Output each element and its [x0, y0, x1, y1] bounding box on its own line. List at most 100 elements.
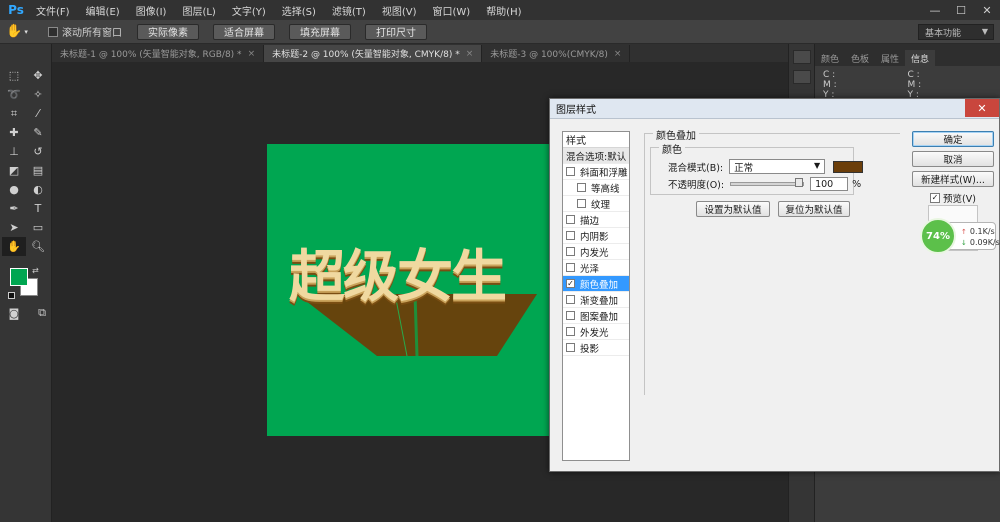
menu-item-type[interactable]: 文字(Y)	[224, 3, 274, 18]
style-checkbox[interactable]	[566, 311, 575, 320]
dodge-tool-icon[interactable]: ◐	[26, 180, 50, 199]
menu-item-help[interactable]: 帮助(H)	[478, 3, 529, 18]
blend-options-item[interactable]: 混合选项:默认	[563, 148, 629, 164]
minimize-button[interactable]: —	[922, 0, 948, 20]
opacity-slider-thumb[interactable]	[795, 178, 804, 187]
fill-screen-button[interactable]: 填充屏幕	[289, 23, 351, 40]
style-item-texture[interactable]: 纹理	[563, 196, 629, 212]
menu-item-file[interactable]: 文件(F)	[28, 3, 78, 18]
reset-default-button[interactable]: 复位为默认值	[778, 201, 850, 217]
style-checkbox[interactable]	[577, 183, 586, 192]
style-checkbox[interactable]	[566, 215, 575, 224]
eyedropper-icon[interactable]: ⁄	[26, 104, 50, 123]
style-checkbox[interactable]	[566, 263, 575, 272]
style-item-drop-shadow[interactable]: 投影	[563, 340, 629, 356]
close-icon[interactable]: ×	[466, 49, 474, 59]
style-checkbox[interactable]	[566, 247, 575, 256]
tab-color[interactable]: 颜色	[815, 50, 845, 66]
dialog-title-bar[interactable]: 图层样式	[550, 99, 999, 119]
crop-tool-icon[interactable]: ⌗	[2, 104, 26, 123]
style-checkbox[interactable]	[566, 327, 575, 336]
foreground-color-swatch[interactable]	[10, 268, 28, 286]
tab-swatches[interactable]: 色板	[845, 50, 875, 66]
style-checkbox[interactable]	[566, 295, 575, 304]
properties-panel-icon[interactable]	[792, 70, 811, 84]
menu-item-image[interactable]: 图像(I)	[128, 3, 175, 18]
healing-brush-icon[interactable]: ✚	[2, 123, 26, 142]
hand-tool-preset-icon[interactable]: ✋ ▾	[0, 20, 34, 44]
blend-mode-select[interactable]: 正常 ▼	[729, 159, 826, 174]
dialog-close-button[interactable]: ✕	[965, 99, 999, 117]
new-style-button[interactable]: 新建样式(W)...	[912, 171, 994, 187]
restore-button[interactable]: ☐	[948, 0, 974, 20]
scroll-all-windows-checkbox[interactable]: 滚动所有窗口	[48, 24, 122, 39]
path-selection-icon[interactable]: ➤	[2, 218, 26, 237]
close-icon[interactable]: ×	[248, 49, 256, 59]
menu-item-edit[interactable]: 编辑(E)	[78, 3, 128, 18]
ok-button[interactable]: 确定	[912, 131, 994, 147]
lasso-tool-icon[interactable]: ➰	[2, 85, 26, 104]
magic-wand-icon[interactable]: ✧	[26, 85, 50, 104]
style-item-gradient-overlay[interactable]: 渐变叠加	[563, 292, 629, 308]
swap-colors-icon[interactable]: ⇄	[32, 266, 39, 275]
opacity-input[interactable]: 100	[810, 177, 849, 191]
menu-item-view[interactable]: 视图(V)	[374, 3, 425, 18]
screen-mode-icon[interactable]: ⧉	[34, 306, 50, 320]
menu-item-filter[interactable]: 滤镜(T)	[324, 3, 374, 18]
style-item-contour[interactable]: 等高线	[563, 180, 629, 196]
style-checkbox[interactable]	[566, 231, 575, 240]
document-canvas[interactable]: 超级女生	[267, 144, 557, 436]
style-checkbox[interactable]	[566, 343, 575, 352]
network-speed-widget[interactable]: 74% ↑ 0.1K/s ↓ 0.09K/s	[920, 218, 1000, 254]
hand-tool-icon[interactable]: ✋	[2, 237, 26, 256]
preview-checkbox[interactable]: ✓	[930, 193, 940, 203]
style-item-stroke[interactable]: 描边	[563, 212, 629, 228]
style-item-inner-shadow[interactable]: 内阴影	[563, 228, 629, 244]
eraser-tool-icon[interactable]: ◩	[2, 161, 26, 180]
move-tool-icon[interactable]: ✥	[26, 66, 50, 85]
style-item-outer-glow[interactable]: 外发光	[563, 324, 629, 340]
set-default-button[interactable]: 设置为默认值	[696, 201, 770, 217]
tab-document-2[interactable]: 未标题-2 @ 100% (矢量智能对象, CMYK/8) * ×	[264, 45, 483, 62]
close-icon[interactable]: ×	[614, 49, 622, 59]
pen-tool-icon[interactable]: ✒	[2, 199, 26, 218]
style-item-color-overlay[interactable]: ✓ 颜色叠加	[563, 276, 629, 292]
close-window-button[interactable]: ✕	[974, 0, 1000, 20]
actual-pixels-button[interactable]: 实际像素	[137, 23, 199, 40]
gradient-tool-icon[interactable]: ▤	[26, 161, 50, 180]
style-checkbox[interactable]	[566, 167, 575, 176]
brush-tool-icon[interactable]: ✎	[26, 123, 50, 142]
style-item-pattern-overlay[interactable]: 图案叠加	[563, 308, 629, 324]
cancel-button[interactable]: 取消	[912, 151, 994, 167]
menu-item-select[interactable]: 选择(S)	[274, 3, 324, 18]
shape-tool-icon[interactable]: ▭	[26, 218, 50, 237]
preview-toggle[interactable]: ✓ 预览(V)	[930, 191, 976, 205]
fit-screen-button[interactable]: 适合屏幕	[213, 23, 275, 40]
opacity-slider[interactable]	[730, 178, 805, 187]
clone-stamp-icon[interactable]: ⊥	[2, 142, 26, 161]
style-item-bevel-emboss[interactable]: 斜面和浮雕	[563, 164, 629, 180]
type-tool-icon[interactable]: T	[26, 199, 50, 218]
print-size-button[interactable]: 打印尺寸	[365, 23, 427, 40]
style-item-satin[interactable]: 光泽	[563, 260, 629, 276]
blur-tool-icon[interactable]: ●	[2, 180, 26, 199]
styles-header[interactable]: 样式	[563, 132, 629, 148]
tab-properties[interactable]: 属性	[875, 50, 905, 66]
history-panel-icon[interactable]	[792, 50, 811, 64]
menu-item-window[interactable]: 窗口(W)	[424, 3, 478, 18]
tab-document-3[interactable]: 未标题-3 @ 100%(CMYK/8) ×	[482, 45, 631, 62]
color-group-title: 颜色	[659, 141, 685, 156]
workspace-select[interactable]: 基本功能 ▼	[918, 24, 994, 40]
style-checkbox-checked[interactable]: ✓	[566, 279, 575, 288]
menu-item-layer[interactable]: 图层(L)	[174, 3, 223, 18]
style-checkbox[interactable]	[577, 199, 586, 208]
overlay-color-swatch[interactable]	[833, 160, 864, 173]
tab-info[interactable]: 信息	[905, 50, 936, 66]
style-item-inner-glow[interactable]: 内发光	[563, 244, 629, 260]
quick-mask-icon[interactable]: ◙	[6, 306, 22, 320]
marquee-tool-icon[interactable]: ⬚	[2, 66, 26, 85]
zoom-tool-icon[interactable]: 🔍︎	[26, 237, 50, 256]
default-colors-icon[interactable]	[8, 292, 15, 299]
history-brush-icon[interactable]: ↺	[26, 142, 50, 161]
tab-document-1[interactable]: 未标题-1 @ 100% (矢量智能对象, RGB/8) * ×	[52, 45, 265, 62]
